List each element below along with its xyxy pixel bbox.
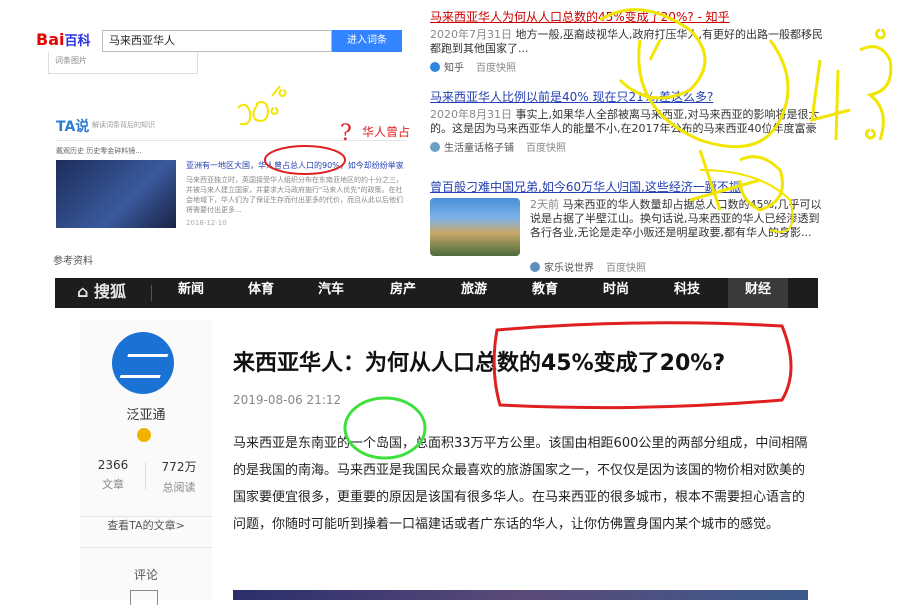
stat-reads-label: 总阅读	[162, 481, 196, 494]
stat-articles-label: 文章	[102, 478, 124, 491]
ta-article-title[interactable]: 亚洲有一地区大国，华人曾占总人口的90%，如今却纷纷举家	[186, 160, 406, 171]
nav-item-sports[interactable]: 体育	[231, 278, 291, 308]
result-source: 生活童话格子铺 百度快照	[430, 139, 830, 154]
result-title[interactable]: 马来西亚华人为何从人口总数的45%变成了20%? - 知乎	[430, 8, 830, 25]
logo-text-red: Bai	[36, 30, 65, 49]
baidu-baike-logo[interactable]: Bai百科	[36, 30, 98, 50]
result-thumbnail[interactable]	[430, 198, 520, 256]
result-item: 马来西亚华人比例以前是40% 现在只21%,差这么多? 2020年8月31日 事…	[430, 88, 830, 154]
snapshot-link[interactable]: 百度快照	[526, 143, 566, 154]
view-author-articles-link[interactable]: 查看TA的文章>	[80, 516, 212, 548]
nav-item-travel[interactable]: 旅游	[444, 278, 504, 308]
ta-says-logo: TA说	[56, 119, 90, 135]
result-title[interactable]: 曾百般刁难中国兄弟,如今60万华人归国,这些经济一蹶不振	[430, 178, 830, 195]
article-date: 2019-08-06 21:12	[233, 393, 342, 407]
stat-reads: 772万 总阅读	[146, 458, 212, 495]
ta-article-date: 2018-12-10	[186, 219, 227, 227]
result-date: 2天前	[530, 198, 559, 211]
search-results: 马来西亚华人为何从人口总数的45%变成了20%? - 知乎 2020年7月31日…	[430, 8, 830, 278]
enter-entry-button[interactable]: 进入词条	[332, 30, 402, 52]
stat-articles: 2366 文章	[80, 458, 146, 492]
ta-article-thumbnail[interactable]	[56, 160, 176, 228]
nav-item-fashion[interactable]: 时尚	[586, 278, 646, 308]
logo-text-blue: 百科	[64, 34, 91, 49]
comment-icon[interactable]	[130, 590, 158, 605]
result-date: 2020年8月31日	[430, 108, 512, 121]
snapshot-link[interactable]: 百度快照	[476, 63, 516, 74]
baike-panel: Bai百科 马来西亚华人 进入词条 词条图片 TA说 解读词条背后的知识 戴观历…	[28, 18, 408, 270]
result-snippet: 2020年7月31日 地方一般,巫裔歧视华人,政府打压华人,有更好的出路一般都移…	[430, 28, 830, 56]
nav-item-news[interactable]: 新闻	[161, 278, 221, 308]
article-paragraph: 马来西亚是东南亚的一个岛国，总面积33万平方公里。该国由相距600公里的两部分组…	[233, 436, 808, 532]
nav-item-house[interactable]: 房产	[373, 278, 433, 308]
reference-heading: 参考资料	[53, 256, 93, 267]
article-title: 来西亚华人：为何从人口总数的45%变成了20%?	[233, 351, 726, 376]
result-date: 2020年7月31日	[430, 28, 512, 41]
result-snippet: 2020年8月31日 事实上,如果华人全部被离马来西亚,对马来西亚的影响将是很大…	[430, 108, 830, 136]
ta-author-row[interactable]: 戴观历史 历史零金碎料镜...	[56, 146, 142, 156]
result-source: 家乐说世界 百度快照	[530, 259, 646, 274]
sohu-nav-bar: ⌂ 搜狐 新闻 体育 汽车 房产 旅游 教育 时尚 科技 财经	[55, 278, 818, 308]
comment-label[interactable]: 评论	[80, 566, 212, 583]
result-title[interactable]: 马来西亚华人比例以前是40% 现在只21%,差这么多?	[430, 88, 830, 105]
snapshot-link[interactable]: 百度快照	[606, 263, 646, 274]
divider	[56, 140, 406, 141]
nav-item-education[interactable]: 教育	[515, 278, 575, 308]
result-item: 马来西亚华人为何从人口总数的45%变成了20%? - 知乎 2020年7月31日…	[430, 8, 830, 74]
source-icon	[430, 142, 440, 152]
train-logo-icon	[119, 354, 169, 378]
avatar[interactable]	[112, 332, 174, 394]
sohu-logo-text: 搜狐	[94, 282, 127, 301]
result-source-name[interactable]: 生活童话格子铺	[444, 143, 514, 154]
zhihu-icon	[430, 62, 440, 72]
result-source-name[interactable]: 家乐说世界	[544, 263, 594, 274]
ta-article-description: 马来西亚独立时，英国接受华人组织分布在东南亚地区的约十分之三，并被马来人建立国家…	[186, 176, 403, 214]
result-source: 知乎 百度快照	[430, 59, 830, 74]
stat-reads-count: 772万	[161, 460, 197, 474]
article-image	[233, 590, 808, 600]
ta-article[interactable]: 亚洲有一地区大国，华人曾占总人口的90%，如今却纷纷举家 马来西亚独立时，英国接…	[186, 160, 406, 227]
verified-badge-icon	[137, 428, 151, 442]
result-snippet: 2天前 马来西亚的华人数量却占据总人口数的45%,几乎可以说是占据了半壁江山。换…	[530, 198, 830, 254]
result-text: 马来西亚的华人数量却占据总人口数的45%,几乎可以说是占据了半壁江山。换句话说,…	[530, 198, 822, 239]
source-icon	[530, 262, 540, 272]
ta-says-subtitle: 解读词条背后的知识	[92, 121, 155, 129]
ta-says-section: TA说 解读词条背后的知识 戴观历史 历史零金碎料镜... 亚洲有一地区大国，华…	[56, 116, 406, 244]
sohu-logo[interactable]: ⌂ 搜狐	[77, 278, 126, 308]
result-item: 曾百般刁难中国兄弟,如今60万华人归国,这些经济一蹶不振 2天前 马来西亚的华人…	[430, 178, 830, 274]
home-icon: ⌂	[77, 282, 89, 301]
stat-articles-count: 2366	[97, 458, 129, 472]
nav-item-tech[interactable]: 科技	[657, 278, 717, 308]
author-card: 泛亚通 2366 文章 772万 总阅读 查看TA的文章>	[80, 320, 212, 600]
baike-search-input[interactable]: 马来西亚华人	[102, 30, 332, 52]
search-suggestion-dropdown[interactable]: 词条图片	[48, 52, 198, 74]
nav-item-finance[interactable]: 财经	[728, 278, 788, 308]
nav-item-auto[interactable]: 汽车	[301, 278, 361, 308]
nav-divider	[151, 285, 152, 301]
result-source-name[interactable]: 知乎	[444, 63, 464, 74]
author-name[interactable]: 泛亚通	[80, 404, 212, 423]
